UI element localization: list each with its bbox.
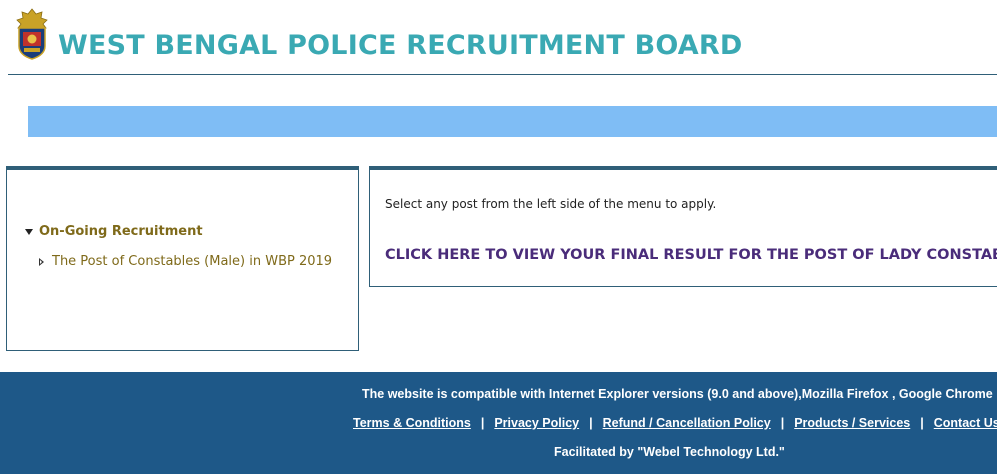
menu-item-constables-male-2019[interactable]: The Post of Constables (Male) in WBP 201…: [39, 254, 332, 269]
police-emblem-icon: [14, 8, 50, 60]
refund-policy-link[interactable]: Refund / Cancellation Policy: [603, 416, 771, 430]
page-footer: The website is compatible with Internet …: [0, 372, 997, 474]
terms-conditions-link[interactable]: Terms & Conditions: [353, 416, 471, 430]
privacy-policy-link[interactable]: Privacy Policy: [494, 416, 579, 430]
instruction-text: Select any post from the left side of th…: [385, 197, 717, 211]
menu-heading-ongoing-recruitment[interactable]: On-Going Recruitment: [25, 224, 203, 239]
caret-right-icon: [39, 257, 44, 266]
caret-down-icon: [25, 228, 33, 235]
link-separator: |: [920, 416, 924, 430]
navigation-banner: [28, 106, 997, 137]
main-content-panel: Select any post from the left side of th…: [369, 166, 997, 287]
browser-compatibility-note: The website is compatible with Internet …: [362, 387, 993, 401]
contact-us-link[interactable]: Contact Us: [934, 416, 997, 430]
products-services-link[interactable]: Products / Services: [794, 416, 910, 430]
page-header: WEST BENGAL POLICE RECRUITMENT BOARD: [0, 0, 997, 76]
final-result-link[interactable]: CLICK HERE TO VIEW YOUR FINAL RESULT FOR…: [385, 247, 997, 263]
footer-links: Terms & Conditions | Privacy Policy | Re…: [353, 416, 997, 430]
sidebar-menu: On-Going Recruitment The Post of Constab…: [6, 166, 359, 351]
menu-item-label: The Post of Constables (Male) in WBP 201…: [52, 254, 333, 269]
header-divider: [8, 74, 997, 75]
link-separator: |: [480, 416, 485, 430]
facilitated-by-text: Facilitated by "Webel Technology Ltd.": [554, 445, 785, 459]
menu-heading-label: On-Going Recruitment: [39, 224, 203, 239]
link-separator: |: [589, 416, 593, 430]
link-separator: |: [780, 416, 785, 430]
site-title: WEST BENGAL POLICE RECRUITMENT BOARD: [58, 30, 743, 61]
